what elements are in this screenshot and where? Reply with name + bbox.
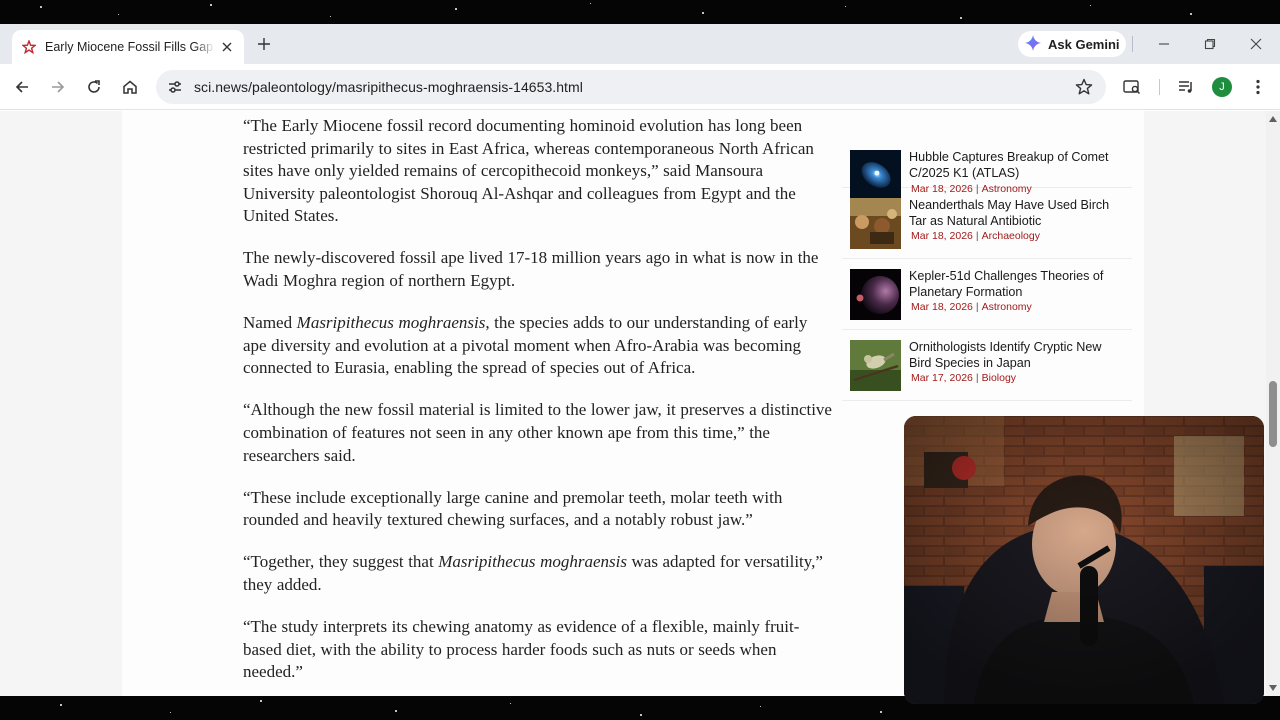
related-news-sidebar: Hubble Captures Breakup of Comet C/2025 … xyxy=(842,111,1132,401)
sidebar-item-meta: Mar 18, 2026 | Astronomy xyxy=(911,301,1032,313)
meta-separator: | xyxy=(975,372,979,384)
forward-button[interactable] xyxy=(44,73,72,101)
tab-title: Early Miocene Fossil Fills Gap in xyxy=(45,40,215,54)
sidebar-item-title[interactable]: Hubble Captures Breakup of Comet C/2025 … xyxy=(909,149,1121,181)
sidebar-item-category[interactable]: Biology xyxy=(982,372,1016,384)
text-run: “Together, they suggest that xyxy=(243,552,439,572)
sidebar-item-date: Mar 18, 2026 xyxy=(911,230,973,242)
article-paragraph: “The Early Miocene fossil record documen… xyxy=(243,116,814,226)
more-menu-icon[interactable] xyxy=(1244,73,1272,101)
reading-list-icon[interactable] xyxy=(1172,73,1200,101)
article-paragraph: The newly-discovered fossil ape lived 17… xyxy=(243,248,819,291)
url-text[interactable]: sci.news/paleontology/masripithecus-mogh… xyxy=(194,79,583,95)
neanderthal-painting-thumbnail[interactable] xyxy=(850,198,901,249)
toolbar-divider xyxy=(1159,79,1160,95)
profile-avatar[interactable]: J xyxy=(1212,77,1232,97)
article-paragraph: “Although the new fossil material is lim… xyxy=(243,400,832,465)
article-body: “The Early Miocene fossil record documen… xyxy=(243,115,833,696)
bird-thumbnail[interactable] xyxy=(850,340,901,391)
minimize-button[interactable] xyxy=(1144,30,1184,58)
article-paragraph: “Together, they suggest that Masripithec… xyxy=(243,551,833,596)
gemini-sparkle-icon xyxy=(1025,34,1041,54)
sidebar-item-date: Mar 18, 2026 xyxy=(911,301,973,313)
sidebar-item[interactable]: Neanderthals May Have Used Birch Tar as … xyxy=(842,188,1132,259)
species-name: Masripithecus moghraensis xyxy=(296,313,486,333)
sidebar-item[interactable]: Hubble Captures Breakup of Comet C/2025 … xyxy=(842,111,1132,201)
species-name: Masripithecus moghraensis xyxy=(438,552,627,572)
article-paragraph: “The study interprets its chewing anatom… xyxy=(243,617,800,682)
home-button[interactable] xyxy=(116,73,144,101)
new-tab-button[interactable] xyxy=(252,32,276,56)
close-tab-icon[interactable] xyxy=(218,38,236,56)
sidebar-item-category[interactable]: Archaeology xyxy=(982,230,1040,242)
page-scrollbar[interactable] xyxy=(1266,111,1280,696)
sidebar-item[interactable]: Kepler-51d Challenges Theories of Planet… xyxy=(842,259,1132,330)
close-window-button[interactable] xyxy=(1236,30,1276,58)
sidebar-item-meta: Mar 18, 2026 | Archaeology xyxy=(911,230,1040,242)
text-run: Named xyxy=(243,313,297,333)
search-tabs-icon[interactable] xyxy=(1118,73,1146,101)
bookmark-star-icon[interactable] xyxy=(1072,75,1096,99)
sci-news-star-icon xyxy=(21,39,37,55)
browser-toolbar: sci.news/paleontology/masripithecus-mogh… xyxy=(0,64,1280,110)
ask-gemini-label: Ask Gemini xyxy=(1048,36,1120,52)
tab-strip: Early Miocene Fossil Fills Gap in Ask Ge… xyxy=(0,24,1280,64)
scrollbar-thumb[interactable] xyxy=(1269,381,1277,447)
exoplanet-thumbnail[interactable] xyxy=(850,269,901,320)
webcam-feed-image xyxy=(904,416,1264,704)
address-bar[interactable]: sci.news/paleontology/masripithecus-mogh… xyxy=(156,70,1106,104)
site-info-tune-icon[interactable] xyxy=(158,70,192,104)
meta-separator: | xyxy=(975,230,979,242)
sidebar-item[interactable]: Ornithologists Identify Cryptic New Bird… xyxy=(842,330,1132,401)
tab-active[interactable]: Early Miocene Fossil Fills Gap in xyxy=(12,30,244,64)
scroll-down-arrow-icon[interactable] xyxy=(1269,684,1277,692)
sidebar-item-title[interactable]: Neanderthals May Have Used Birch Tar as … xyxy=(909,197,1121,229)
tabstrip-divider xyxy=(1132,36,1133,52)
sidebar-item-date: Mar 17, 2026 xyxy=(911,372,973,384)
back-button[interactable] xyxy=(8,73,36,101)
sidebar-item-category[interactable]: Astronomy xyxy=(982,301,1032,313)
webcam-overlay xyxy=(904,416,1264,704)
sidebar-item-meta: Mar 17, 2026 | Biology xyxy=(911,372,1016,384)
reload-button[interactable] xyxy=(80,73,108,101)
restore-button[interactable] xyxy=(1190,30,1230,58)
article-paragraph: “These include exceptionally large canin… xyxy=(243,487,783,530)
article-paragraph: Named Masripithecus moghraensis, the spe… xyxy=(243,312,833,380)
sidebar-item-title[interactable]: Ornithologists Identify Cryptic New Bird… xyxy=(909,339,1121,371)
ask-gemini-button[interactable]: Ask Gemini xyxy=(1018,31,1126,57)
sidebar-item-title[interactable]: Kepler-51d Challenges Theories of Planet… xyxy=(909,268,1121,300)
meta-separator: | xyxy=(975,301,979,313)
scroll-up-arrow-icon[interactable] xyxy=(1269,115,1277,123)
